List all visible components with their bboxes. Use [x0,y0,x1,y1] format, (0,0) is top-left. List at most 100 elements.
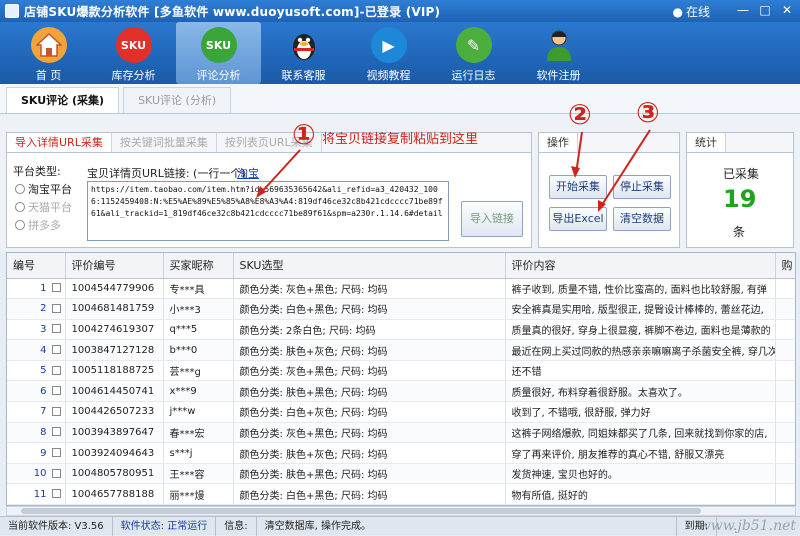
cell-review-content-text: 穿了再来评价, 朋友推荐的真心不错, 舒服又漂亮 [511,449,725,461]
cell-buyer-nickname: b***0 [163,339,234,361]
toolbar-register-label: 软件注册 [536,69,581,82]
cell-buyer-nickname-text: x***9 [169,385,197,397]
cell-index: 5 [7,360,66,382]
cell-review-content: 质量真的很好, 穿身上很显瘦, 裤脚不卷边, 面料也是薄款的 [505,319,776,341]
cell-buyer-nickname-text: q***5 [169,323,198,335]
toolbar-contact-support-label: 联系客服 [281,69,326,82]
annotation-paste-hint: 将宝贝链接复制粘贴到这里 [322,132,479,147]
cell-index-text: 11 [33,488,47,500]
maximize-button[interactable]: □ [756,2,774,18]
stats-group: 统计 已采集 19 条 [686,132,794,248]
cell-buyer-nickname: 芸***g [163,360,234,382]
cell-buyer-nickname-text: 丽***熳 [169,490,205,502]
col-header-sku-option[interactable]: SKU选型 [233,253,506,279]
cell-buyer-nickname: 小***3 [163,298,234,320]
platform-radio-pdd[interactable]: 拼多多 [15,217,61,233]
table-row[interactable]: 5 1005118188725 芸***g 颜色分类: 灰色+黑色; 尺码: 均码 还不… [7,360,795,382]
toolbar-contact-support[interactable]: 联系客服 [261,22,346,84]
row-checkbox[interactable] [51,427,61,437]
start-collect-button[interactable]: 开始采集 [549,175,607,199]
table-row[interactable]: 2 1004681481759 小***3 颜色分类: 白色+黑色; 尺码: 均码 安全… [7,298,795,320]
toolbar-home[interactable]: 首 页 [6,22,91,84]
row-checkbox[interactable] [51,406,61,416]
row-checkbox[interactable] [51,386,61,396]
cell-sku-option-text: 颜色分类: 白色+灰色; 尺码: 均码 [239,408,388,420]
row-checkbox[interactable] [51,448,61,458]
stop-collect-button[interactable]: 停止采集 [613,175,671,199]
cell-sku-option-text: 颜色分类: 肤色+黑色; 尺码: 均码 [239,387,388,399]
operations-group: 操作 开始采集 停止采集 导出Excel 清空数据 [538,132,680,248]
toolbar-video-tutorial[interactable]: ▶ 视频教程 [346,22,431,84]
user-icon: ● [672,4,683,19]
table-row[interactable]: 11 1004657788188 丽***熳 颜色分类: 白色+黑色; 尺码: 均码 物… [7,483,795,505]
sku-green-icon: SKU [200,27,237,63]
tab-sku-review-collect[interactable]: SKU评论 (采集) [6,87,120,113]
cell-sku-option: 颜色分类: 2条白色; 尺码: 均码 [233,319,506,341]
cell-index-text: 1 [40,282,47,294]
scrollbar-thumb[interactable] [21,508,701,514]
row-checkbox[interactable] [51,324,61,334]
main-toolbar: 首 页 SKU 库存分析 SKU 评论分析 联系客服 ▶ 视频教程 ✎ 运行日志… [0,22,800,84]
toolbar-review-analysis[interactable]: SKU 评论分析 [176,22,261,84]
tab-import-url[interactable]: 导入详情URL采集 [7,133,112,152]
table-row[interactable]: 6 1004614450741 x***9 颜色分类: 肤色+黑色; 尺码: 均码 质量… [7,380,795,403]
table-row[interactable]: 10 1004805780951 王***容 颜色分类: 肤色+黑色; 尺码: 均码 发… [7,463,795,485]
cell-index: 7 [7,401,66,423]
software-version: 当前软件版本: V3.56 [0,516,113,536]
platform-radio-pdd-label: 拼多多 [28,219,61,232]
operations-title: 操作 [539,133,578,152]
export-excel-button[interactable]: 导出Excel [549,207,607,231]
cell-review-content: 最近在网上买过同款的热感亲亲嘛嘛离子杀菌安全裤, 穿几次 [505,339,776,361]
toolbar-stock-analysis[interactable]: SKU 库存分析 [91,22,176,84]
taobao-link[interactable]: 淘宝 [237,165,259,181]
cell-review-id: 1004426507233 [65,401,164,423]
operations-header: 操作 [539,133,679,153]
clear-data-button[interactable]: 清空数据 [613,207,671,231]
tab-sku-review-analysis[interactable]: SKU评论 (分析) [123,87,232,113]
col-header-review-content[interactable]: 评价内容 [505,253,776,279]
row-checkbox[interactable] [51,303,61,313]
row-checkbox[interactable] [51,365,61,375]
cell-sku-option-text: 颜色分类: 肤色+灰色; 尺码: 均码 [239,449,388,461]
cell-purchase [775,278,795,300]
cell-review-content-text: 裤子收到, 质量不错, 性价比蛮高的, 面料也比较舒服, 有弹 [511,284,767,296]
table-row[interactable]: 1 1004544779906 专***具 颜色分类: 灰色+黑色; 尺码: 均码 裤子… [7,278,795,300]
col-header-review-id[interactable]: 评价编号 [65,253,164,279]
toolbar-run-log[interactable]: ✎ 运行日志 [431,22,516,84]
horizontal-scrollbar[interactable] [6,506,796,516]
table-row[interactable]: 8 1003943897647 春***宏 颜色分类: 灰色+黑色; 尺码: 均码 这裤… [7,422,795,444]
cell-review-id: 1004805780951 [65,463,164,485]
cell-review-id-text: 1004614450741 [71,385,155,397]
cell-index-text: 2 [40,303,47,315]
cell-buyer-nickname: 王***容 [163,463,234,485]
user-register-icon [541,27,577,63]
cell-buyer-nickname-text: s***j [169,447,193,459]
stats-header: 统计 [687,133,793,153]
play-icon: ▶ [370,27,407,63]
table-row[interactable]: 4 1003847127128 b***0 颜色分类: 肤色+灰色; 尺码: 均码 最近… [7,339,795,361]
cell-purchase [775,298,795,320]
table-row[interactable]: 7 1004426507233 j***w 颜色分类: 白色+灰色; 尺码: 均码 收到… [7,401,795,423]
col-header-buyer-nickname[interactable]: 买家昵称 [163,253,234,279]
cell-buyer-nickname: 春***宏 [163,422,234,444]
toolbar-stock-analysis-label: 库存分析 [111,69,156,82]
platform-radio-taobao[interactable]: 淘宝平台 [15,181,72,197]
close-button[interactable]: ✕ [778,2,796,18]
tab-keyword-batch[interactable]: 按关键词批量采集 [112,133,217,152]
row-checkbox[interactable] [51,489,61,499]
toolbar-register[interactable]: 软件注册 [516,22,601,84]
row-checkbox[interactable] [51,345,61,355]
online-status[interactable]: ● 在线 [673,3,711,20]
import-links-button[interactable]: 导入链接 [461,201,523,237]
cell-sku-option: 颜色分类: 肤色+黑色; 尺码: 均码 [233,463,506,485]
cell-review-id: 1004614450741 [65,380,164,403]
col-header-index[interactable]: 编号 [7,253,66,279]
col-header-purchase[interactable]: 购 [775,253,795,279]
minimize-button[interactable]: — [734,2,752,18]
url-textarea[interactable]: https://item.taobao.com/item.htm?id=5696… [87,181,449,241]
row-checkbox[interactable] [51,283,61,293]
table-row[interactable]: 3 1004274619307 q***5 颜色分类: 2条白色; 尺码: 均码 质量真… [7,319,795,341]
row-checkbox[interactable] [51,468,61,478]
table-row[interactable]: 9 1003924094643 s***j 颜色分类: 肤色+灰色; 尺码: 均码 穿了… [7,442,795,464]
platform-radio-tmall[interactable]: 天猫平台 [15,199,72,215]
